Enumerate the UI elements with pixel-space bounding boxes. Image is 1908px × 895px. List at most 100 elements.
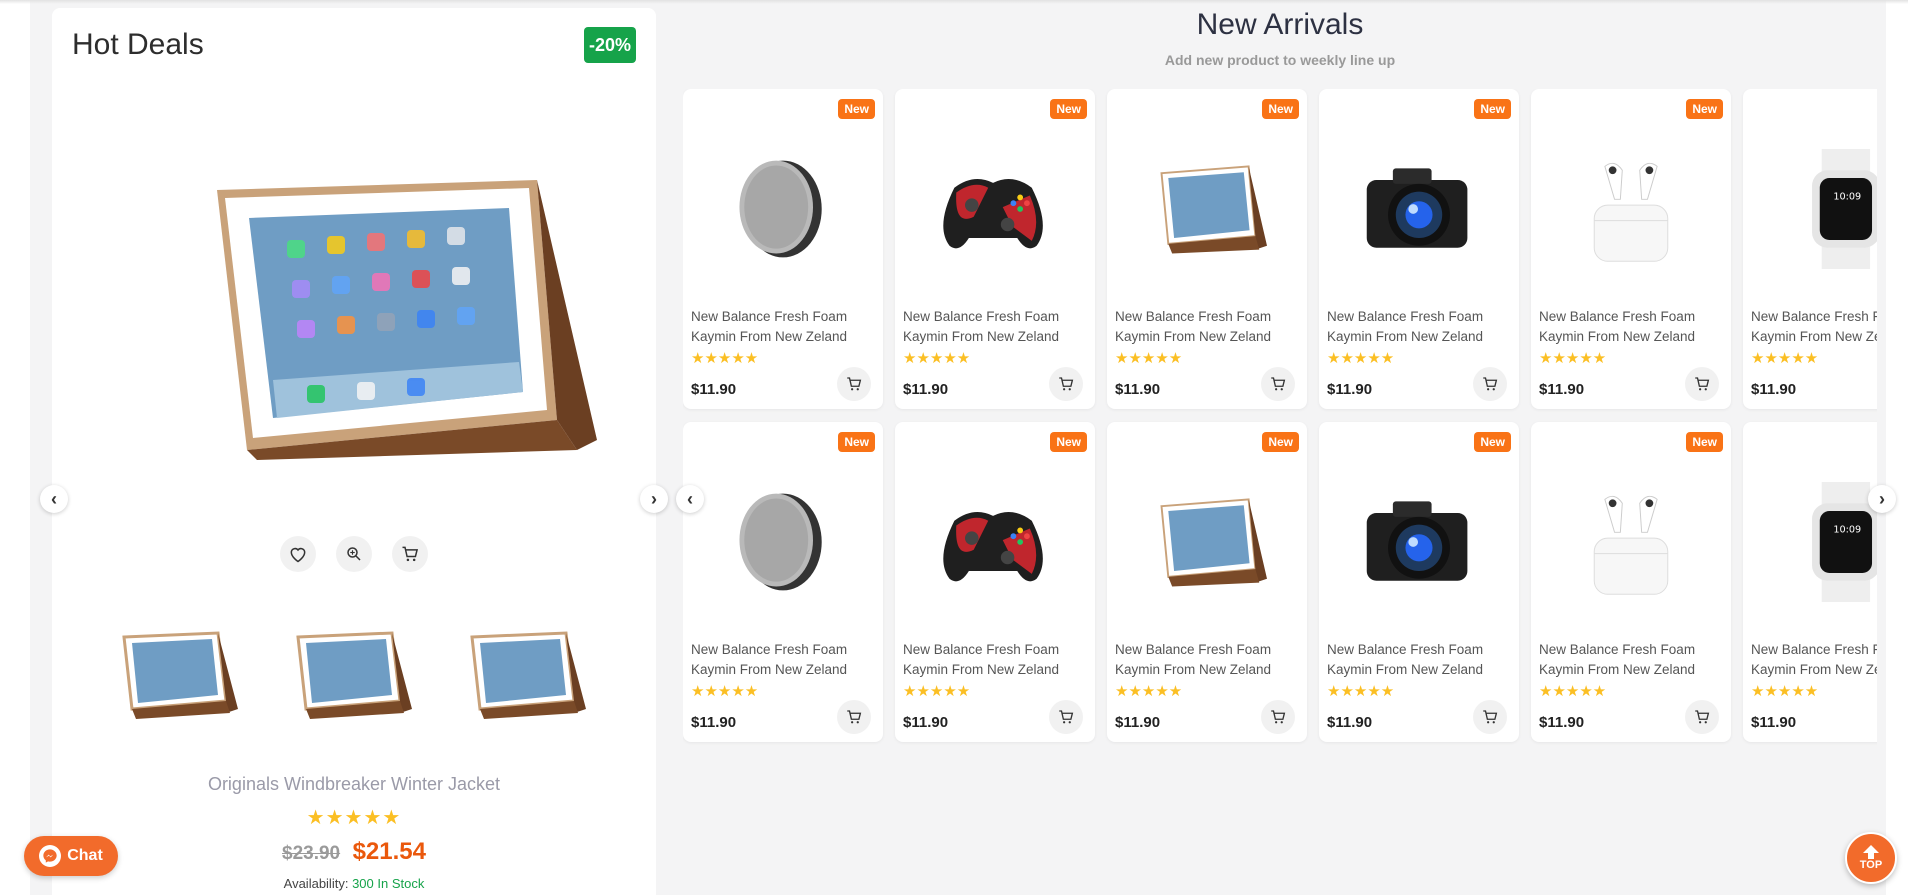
add-to-cart-button[interactable]	[392, 536, 428, 572]
product-image[interactable]	[935, 482, 1055, 602]
product-rating: ★★★★★	[903, 683, 971, 700]
product-card[interactable]: New New Balance Fresh Foam Kaymin From Ne…	[1319, 422, 1519, 742]
product-name[interactable]: New Balance Fresh Foam Kaymin From New Z…	[1327, 307, 1515, 347]
cart-icon	[1059, 710, 1074, 724]
cart-icon	[847, 710, 862, 724]
add-to-cart-button[interactable]	[837, 700, 871, 734]
add-to-cart-button[interactable]	[1049, 700, 1083, 734]
product-card[interactable]: New New Balance Fresh Foam Kaymin From Ne…	[683, 89, 883, 409]
wishlist-button[interactable]	[280, 536, 316, 572]
product-image[interactable]: 10:09	[1783, 482, 1877, 602]
product-image[interactable]: 10:09	[1783, 149, 1877, 269]
cart-icon	[1483, 710, 1498, 724]
arrow-up-icon	[1863, 845, 1879, 859]
add-to-cart-button[interactable]	[1261, 367, 1295, 401]
product-image[interactable]	[723, 482, 843, 602]
product-image[interactable]	[1359, 482, 1479, 602]
hero-action-buttons	[280, 536, 428, 572]
chat-label: Chat	[67, 847, 103, 864]
product-price: $11.90	[691, 714, 737, 731]
product-image[interactable]	[723, 149, 843, 269]
thumbnail-3[interactable]	[458, 623, 586, 733]
product-name[interactable]: New Balance Fresh Foam Kaymin From New Z…	[1115, 640, 1303, 680]
add-to-cart-button[interactable]	[1473, 700, 1507, 734]
cart-icon	[1059, 377, 1074, 391]
right-page-margin	[1886, 0, 1908, 895]
product-rating: ★★★★★	[1751, 683, 1819, 700]
availability-value: 300 In Stock	[352, 876, 425, 891]
new-badge: New	[838, 432, 875, 452]
product-price: $11.90	[1539, 381, 1585, 398]
thumbnail-2[interactable]	[284, 623, 412, 733]
product-price: $11.90	[1751, 381, 1797, 398]
product-rating: ★★★★★	[903, 350, 971, 367]
quick-view-button[interactable]	[336, 536, 372, 572]
new-arrivals-next-arrow[interactable]: ›	[1868, 485, 1896, 513]
product-row-1: New New Balance Fresh Foam Kaymin From Ne…	[683, 89, 1877, 409]
product-name[interactable]: New Balance Fresh Foam Kaymin From New Z…	[691, 307, 879, 347]
product-image[interactable]	[1571, 482, 1691, 602]
product-card[interactable]: New New Balance Fresh Foam Kaymin From Ne…	[683, 422, 883, 742]
product-card[interactable]: New New Balance Fresh Foam Kaymin From Ne…	[895, 422, 1095, 742]
product-card[interactable]: New New Balance Fresh Foam Kaymin From Ne…	[1319, 89, 1519, 409]
product-price: $11.90	[1751, 714, 1797, 731]
product-rating: ★★★★★	[1751, 350, 1819, 367]
product-price: $11.90	[1327, 714, 1373, 731]
product-image[interactable]	[1359, 149, 1479, 269]
new-badge: New	[1686, 432, 1723, 452]
new-badge: New	[1474, 432, 1511, 452]
new-arrivals-title: New Arrivals	[1196, 8, 1364, 41]
chat-button[interactable]: Chat	[24, 836, 118, 876]
cart-icon	[402, 546, 419, 562]
product-name[interactable]: New Balance Fresh Foam Kaymin From New Z…	[1115, 307, 1303, 347]
hot-deal-product-name[interactable]: Originals Windbreaker Winter Jacket	[52, 774, 656, 795]
product-price: $11.90	[1115, 714, 1161, 731]
product-image[interactable]	[935, 149, 1055, 269]
product-card[interactable]: New New Balance Fresh Foam Kaymin From Ne…	[1531, 422, 1731, 742]
product-rating: ★★★★★	[1539, 350, 1607, 367]
product-rating: ★★★★★	[1327, 350, 1395, 367]
hero-tablet-image[interactable]	[157, 170, 597, 500]
messenger-icon	[39, 845, 62, 867]
add-to-cart-button[interactable]	[1049, 367, 1083, 401]
product-name[interactable]: New Balance Fresh Foam Kaymin From New Z…	[1539, 307, 1727, 347]
thumbnail-strip	[110, 623, 586, 733]
product-name[interactable]: New Balance Fresh Foam Kaymin From New Z…	[1327, 640, 1515, 680]
add-to-cart-button[interactable]	[1685, 700, 1719, 734]
new-badge: New	[1686, 99, 1723, 119]
thumbnail-1[interactable]	[110, 623, 238, 733]
add-to-cart-button[interactable]	[1261, 700, 1295, 734]
svg-text:10:09: 10:09	[1833, 524, 1861, 535]
product-card[interactable]: New New Balance Fresh Foam Kaymin From Ne…	[895, 89, 1095, 409]
product-price: $11.90	[691, 381, 737, 398]
product-name[interactable]: New Balance Fresh Foam Kaymin From New Z…	[691, 640, 879, 680]
product-image[interactable]	[1571, 149, 1691, 269]
product-card[interactable]: New New Balance Fresh Foam Kaymin From Ne…	[1107, 422, 1307, 742]
add-to-cart-button[interactable]	[837, 367, 871, 401]
product-card[interactable]: New10:09New Balance Fresh Foam Kaymin Fr…	[1743, 89, 1877, 409]
product-card[interactable]: New New Balance Fresh Foam Kaymin From Ne…	[1531, 89, 1731, 409]
product-card[interactable]: New New Balance Fresh Foam Kaymin From Ne…	[1107, 89, 1307, 409]
hot-deals-prev-arrow[interactable]: ‹	[40, 485, 68, 513]
new-arrivals-prev-arrow[interactable]: ‹	[676, 485, 704, 513]
hot-deal-prices: $23.90 $21.54	[52, 838, 656, 866]
product-price: $11.90	[1327, 381, 1373, 398]
new-badge: New	[1474, 99, 1511, 119]
add-to-cart-button[interactable]	[1685, 367, 1719, 401]
product-price: $11.90	[903, 381, 949, 398]
product-name[interactable]: New Balance Fresh Foam Kaymin From New Z…	[903, 307, 1091, 347]
new-badge: New	[838, 99, 875, 119]
product-card[interactable]: New10:09New Balance Fresh Foam Kaymin Fr…	[1743, 422, 1877, 742]
product-image[interactable]	[1147, 149, 1267, 269]
add-to-cart-button[interactable]	[1473, 367, 1507, 401]
back-to-top-button[interactable]: TOP	[1845, 832, 1897, 884]
product-name[interactable]: New Balance Fresh Foam Kaymin From New Z…	[903, 640, 1091, 680]
product-image[interactable]	[1147, 482, 1267, 602]
availability-label: Availability:	[283, 876, 349, 891]
product-name[interactable]: New Balance Fresh Foam Kaymin From New Z…	[1751, 307, 1877, 347]
product-name[interactable]: New Balance Fresh Foam Kaymin From New Z…	[1539, 640, 1727, 680]
hot-deals-next-arrow[interactable]: ›	[640, 485, 668, 513]
heart-icon	[290, 547, 306, 563]
product-name[interactable]: New Balance Fresh Foam Kaymin From New Z…	[1751, 640, 1877, 680]
zoom-icon	[347, 547, 361, 561]
